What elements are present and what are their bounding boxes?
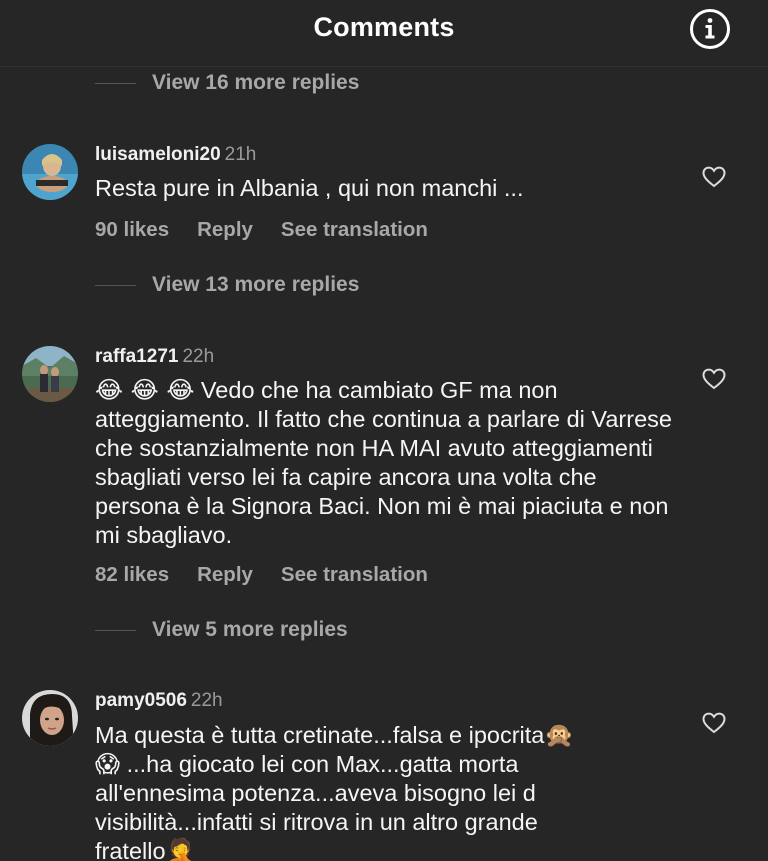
view-more-replies-button[interactable]: View 13 more replies	[95, 270, 359, 300]
see-translation-button[interactable]: See translation	[281, 218, 428, 241]
reply-button[interactable]: Reply	[197, 563, 253, 586]
heart-icon[interactable]	[702, 368, 726, 390]
likes-count[interactable]: 82 likes	[95, 563, 169, 586]
avatar[interactable]	[22, 690, 78, 746]
divider	[95, 82, 136, 84]
divider	[95, 629, 136, 631]
screaming-face-emoji: 😱	[95, 750, 121, 778]
comment-text: Ma questa è tutta cretinate...falsa e ip…	[95, 721, 655, 861]
see-translation-button[interactable]: See translation	[281, 563, 428, 586]
heart-icon[interactable]	[702, 712, 726, 734]
comment-text: 😂 😂 😂 Vedo che ha cambiato GF ma non att…	[95, 376, 672, 548]
heart-icon[interactable]	[702, 166, 726, 188]
comment-text: Resta pure in Albania , qui non manchi .…	[95, 175, 524, 201]
comment-time: 21h	[224, 144, 257, 165]
divider	[95, 284, 136, 286]
page-title: Comments	[313, 12, 455, 42]
comment-time: 22h	[182, 346, 215, 367]
info-circle-icon[interactable]	[689, 8, 731, 50]
laughing-emoji: 😂 😂 😂	[95, 376, 195, 404]
reply-button[interactable]: Reply	[197, 218, 253, 241]
header: Comments	[0, 0, 768, 67]
avatar[interactable]	[22, 144, 78, 200]
comment-username[interactable]: raffa1271	[95, 346, 178, 367]
comments-screen: Comments View 16 more replies luisamelon…	[0, 0, 768, 861]
avatar[interactable]	[22, 346, 78, 402]
facepalm-emoji: 🤦	[165, 837, 196, 861]
see-no-evil-monkey-emoji: 🙊	[544, 721, 575, 749]
comment-time: 22h	[190, 690, 223, 711]
comment-username[interactable]: luisameloni20	[95, 144, 221, 165]
likes-count[interactable]: 90 likes	[95, 218, 169, 241]
comment-username[interactable]: pamy0506	[95, 690, 187, 711]
view-more-replies-button[interactable]: View 16 more replies	[95, 68, 359, 98]
view-more-replies-button[interactable]: View 5 more replies	[95, 615, 348, 645]
